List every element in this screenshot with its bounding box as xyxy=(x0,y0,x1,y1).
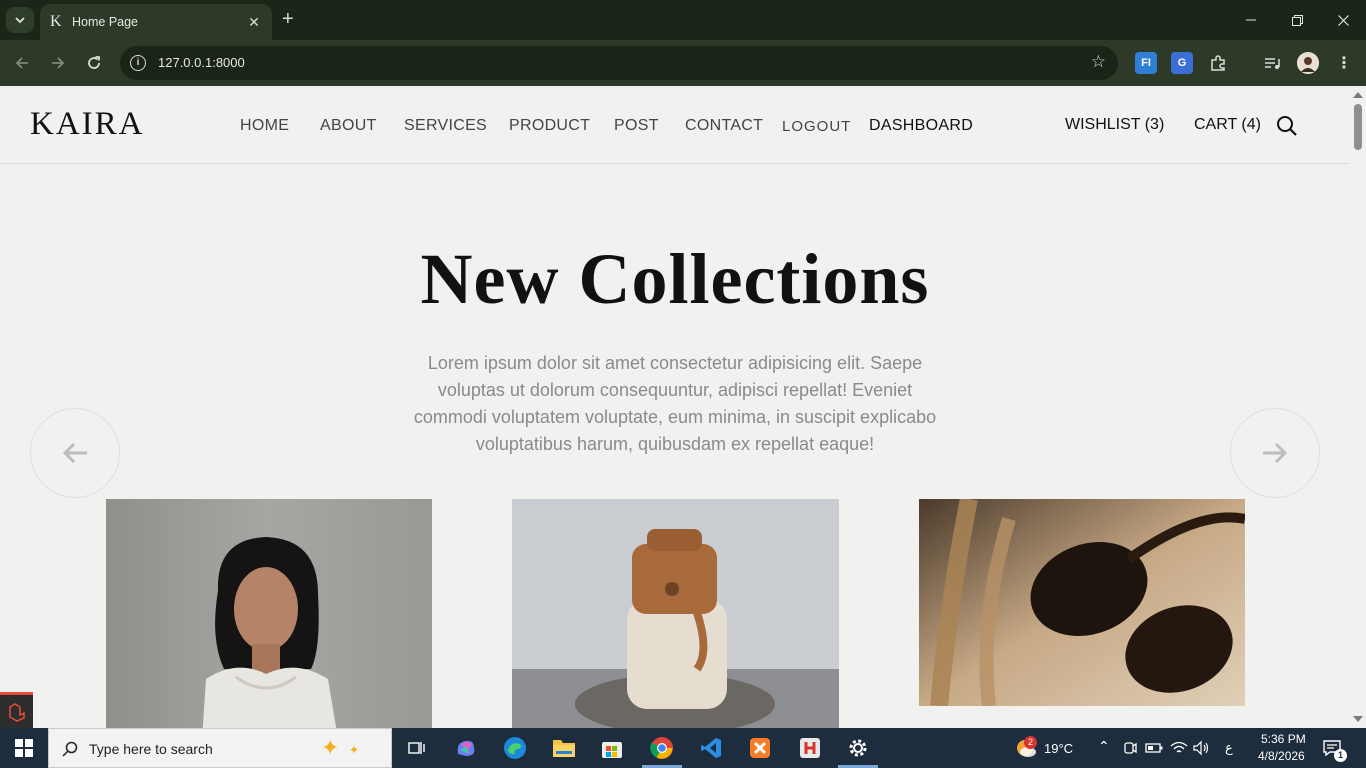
hero-description: Lorem ipsum dolor sit amet consectetur a… xyxy=(413,353,937,454)
scroll-up-icon[interactable] xyxy=(1353,92,1363,98)
weather-temperature[interactable]: 19°C xyxy=(1044,741,1073,756)
google-translate-icon[interactable]: G xyxy=(1171,52,1193,74)
laravel-icon xyxy=(8,702,25,722)
taskbar-search-placeholder: Type here to search xyxy=(89,741,213,757)
notifications-count-badge: 1 xyxy=(1334,749,1347,762)
new-tab-button[interactable]: + xyxy=(282,8,294,30)
chrome-icon[interactable] xyxy=(648,734,676,762)
search-icon[interactable] xyxy=(1276,115,1298,142)
arrow-right-icon xyxy=(1263,442,1288,464)
reload-icon xyxy=(88,56,100,69)
nav-contact[interactable]: CONTACT xyxy=(685,117,763,135)
input-language-indicator[interactable]: ع xyxy=(1225,740,1233,756)
forward-button[interactable] xyxy=(46,52,70,74)
heidisql-icon[interactable] xyxy=(796,734,824,762)
tab-search-button[interactable] xyxy=(6,7,34,33)
extension-fi-icon[interactable]: FI xyxy=(1135,52,1157,74)
cart-link[interactable]: CART (4) xyxy=(1194,116,1261,134)
web-page: KAIRA HOME ABOUT SERVICES PRODUCT POST C… xyxy=(0,86,1350,728)
windows-taskbar: Type here to search ✦ ✦ 2 19°C ⌃ ع 5:36 … xyxy=(0,728,1366,768)
arrow-left-icon xyxy=(15,57,28,69)
minimize-icon xyxy=(1246,19,1256,21)
browser-tab-active[interactable]: K Home Page ✕ xyxy=(40,4,272,40)
site-header: KAIRA HOME ABOUT SERVICES PRODUCT POST C… xyxy=(0,86,1350,164)
task-view-icon[interactable] xyxy=(402,734,430,762)
reload-button[interactable] xyxy=(82,52,106,74)
xampp-icon[interactable] xyxy=(746,734,774,762)
address-bar[interactable]: i 127.0.0.1:8000 ☆ xyxy=(120,46,1118,80)
collection-image-sunglasses[interactable] xyxy=(919,499,1245,706)
extensions-puzzle-icon[interactable] xyxy=(1207,52,1229,74)
restore-button[interactable] xyxy=(1274,0,1320,40)
edge-icon[interactable] xyxy=(501,734,529,762)
browser-toolbar: i 127.0.0.1:8000 ☆ FI G ⋮ xyxy=(0,40,1366,86)
tab-favicon: K xyxy=(50,13,62,30)
taskbar-search[interactable]: Type here to search ✦ ✦ xyxy=(48,728,392,768)
arrow-right-icon xyxy=(52,57,65,69)
copilot-icon[interactable] xyxy=(452,734,480,762)
sparkle-icon: ✦ xyxy=(349,743,360,757)
site-logo[interactable]: KAIRA xyxy=(30,106,145,143)
tab-title: Home Page xyxy=(72,15,139,29)
nav-product[interactable]: PRODUCT xyxy=(509,117,590,135)
nav-services[interactable]: SERVICES xyxy=(404,117,487,135)
chevron-down-icon xyxy=(15,17,25,24)
nav-dashboard[interactable]: DASHBOARD xyxy=(869,117,973,135)
tab-close-icon[interactable]: ✕ xyxy=(246,14,262,31)
close-icon xyxy=(1337,14,1349,26)
tray-chevron-up-icon[interactable]: ⌃ xyxy=(1098,738,1110,755)
minimize-button[interactable] xyxy=(1228,0,1274,40)
arrow-left-icon xyxy=(62,442,87,464)
browser-tab-bar: K Home Page ✕ + xyxy=(0,0,1366,40)
start-button[interactable] xyxy=(10,734,38,762)
nav-about[interactable]: ABOUT xyxy=(320,117,377,135)
weather-badge: 2 xyxy=(1024,736,1037,749)
wishlist-link[interactable]: WISHLIST (3) xyxy=(1065,116,1164,134)
back-button[interactable] xyxy=(10,52,34,74)
bookmark-star-icon[interactable]: ☆ xyxy=(1091,52,1106,72)
file-explorer-icon[interactable] xyxy=(550,734,578,762)
nav-post[interactable]: POST xyxy=(614,117,659,135)
url-text[interactable]: 127.0.0.1:8000 xyxy=(158,55,245,70)
clock-time[interactable]: 5:36 PM xyxy=(1261,732,1306,746)
volume-icon[interactable] xyxy=(1187,734,1215,762)
browser-menu-icon[interactable]: ⋮ xyxy=(1333,52,1355,74)
close-window-button[interactable] xyxy=(1320,0,1366,40)
hero-title: New Collections xyxy=(420,239,930,319)
media-controls-icon[interactable] xyxy=(1261,52,1283,74)
clock-date[interactable]: 4/8/2026 xyxy=(1258,749,1305,763)
search-icon xyxy=(62,741,78,757)
carousel-prev-button[interactable] xyxy=(30,408,120,498)
vscode-icon[interactable] xyxy=(697,734,725,762)
debugbar-toggle[interactable] xyxy=(0,692,33,728)
profile-avatar[interactable] xyxy=(1297,52,1319,74)
battery-icon[interactable] xyxy=(1140,734,1168,762)
restore-icon xyxy=(1291,14,1303,26)
microsoft-store-icon[interactable] xyxy=(598,734,626,762)
scrollbar-thumb[interactable] xyxy=(1354,104,1362,150)
collection-image-bag[interactable] xyxy=(512,499,839,728)
search-highlight-icon: ✦ xyxy=(321,735,340,760)
page-scrollbar[interactable] xyxy=(1350,86,1366,728)
nav-logout[interactable]: LOGOUT xyxy=(782,118,851,135)
settings-gear-icon[interactable] xyxy=(844,734,872,762)
collection-image-woman[interactable] xyxy=(106,499,432,728)
site-info-icon[interactable]: i xyxy=(130,55,146,71)
nav-home[interactable]: HOME xyxy=(240,117,289,135)
carousel-next-button[interactable] xyxy=(1230,408,1320,498)
scroll-down-icon[interactable] xyxy=(1353,716,1363,722)
windows-logo-icon xyxy=(15,739,33,757)
